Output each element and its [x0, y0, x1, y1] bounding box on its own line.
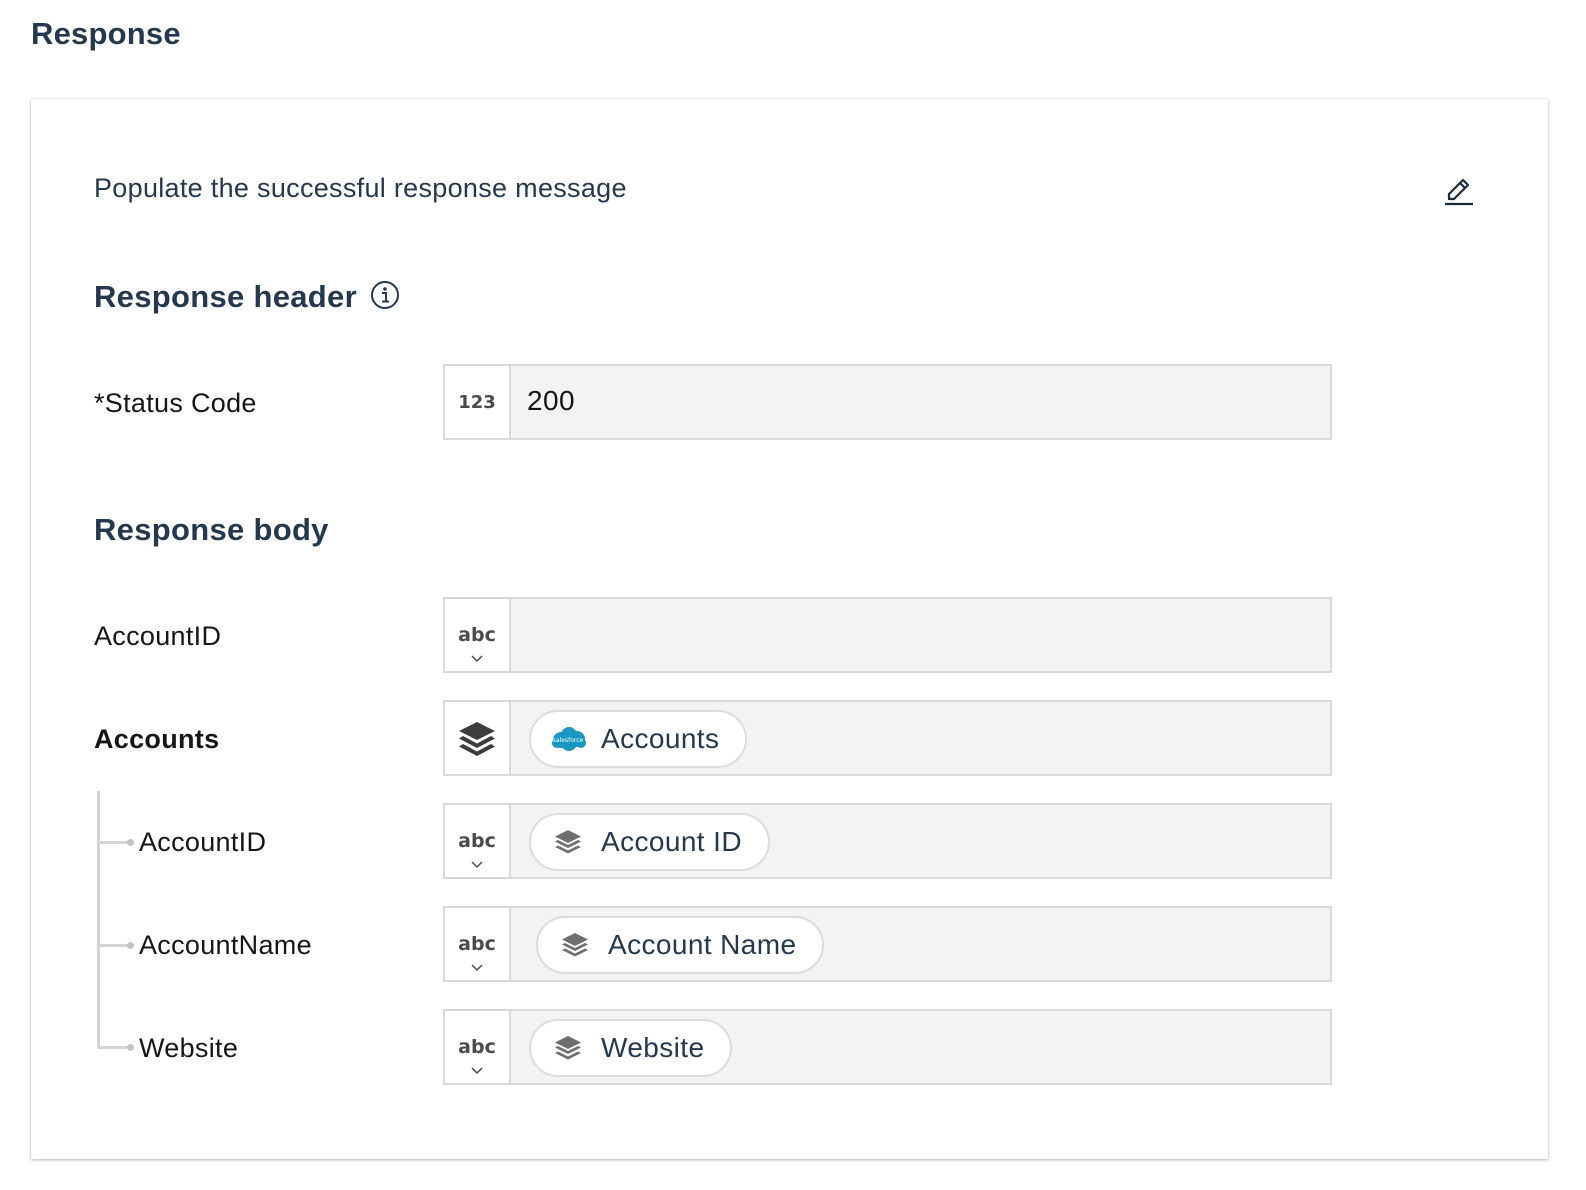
- child-account-id-label: AccountID: [139, 827, 267, 857]
- type-selector[interactable]: 123: [445, 366, 511, 438]
- pill-label: Account ID: [601, 826, 742, 857]
- accounts-pill[interactable]: salesforce Accounts: [529, 710, 748, 768]
- chevron-down-icon: [471, 1067, 483, 1075]
- type-selector[interactable]: abc: [445, 908, 511, 980]
- tree-connector: [97, 791, 100, 1049]
- chevron-down-icon: [471, 655, 483, 663]
- child-account-name-label: AccountName: [139, 930, 312, 960]
- child-account-id-field[interactable]: abc Account ID: [443, 803, 1332, 879]
- status-code-label: *Status Code: [94, 388, 257, 418]
- tree-branch: [99, 841, 129, 844]
- page-title: Response: [31, 16, 181, 51]
- account-name-pill[interactable]: Account Name: [536, 916, 825, 974]
- layers-icon: [459, 722, 495, 756]
- chevron-down-icon: [471, 861, 483, 869]
- type-selector[interactable]: abc: [445, 599, 511, 671]
- account-id-label: AccountID: [94, 621, 222, 651]
- chevron-down-icon: [471, 964, 483, 972]
- pill-label: Accounts: [601, 723, 720, 754]
- info-icon[interactable]: [369, 279, 401, 311]
- layers-icon: [562, 933, 588, 957]
- layers-icon: [555, 830, 581, 854]
- status-code-field[interactable]: 123 200: [443, 364, 1332, 440]
- response-body-heading: Response body: [94, 512, 329, 547]
- salesforce-icon: salesforce: [552, 727, 586, 751]
- tree-node-dot: [127, 1044, 134, 1051]
- status-code-value[interactable]: 200: [527, 385, 575, 417]
- pencil-icon[interactable]: [1441, 173, 1477, 209]
- salesforce-logo-text: salesforce: [553, 737, 584, 744]
- response-header-heading: Response header: [94, 279, 357, 314]
- tree-branch: [99, 944, 129, 947]
- child-website-label: Website: [139, 1033, 239, 1063]
- pill-label: Account Name: [608, 929, 797, 960]
- accounts-label: Accounts: [94, 724, 220, 754]
- tree-node-dot: [127, 839, 134, 846]
- type-selector[interactable]: abc: [445, 805, 511, 877]
- type-selector[interactable]: abc: [445, 1011, 511, 1083]
- string-type-badge: abc: [458, 1036, 496, 1058]
- accounts-field[interactable]: salesforce Accounts: [443, 700, 1332, 776]
- child-account-name-field[interactable]: abc Account Name: [443, 906, 1332, 982]
- account-id-field[interactable]: abc: [443, 597, 1332, 673]
- type-selector[interactable]: [445, 702, 511, 774]
- account-id-pill[interactable]: Account ID: [529, 813, 770, 871]
- website-pill[interactable]: Website: [529, 1019, 733, 1077]
- tree-node-dot: [127, 942, 134, 949]
- layers-icon: [555, 1036, 581, 1060]
- response-description: Populate the successful response message: [94, 173, 627, 203]
- string-type-badge: abc: [458, 624, 496, 646]
- tree-branch: [97, 1046, 129, 1049]
- string-type-badge: abc: [458, 830, 496, 852]
- string-type-badge: abc: [458, 933, 496, 955]
- pill-label: Website: [601, 1032, 705, 1063]
- number-type-badge: 123: [458, 392, 496, 413]
- response-card: Populate the successful response message…: [31, 99, 1548, 1159]
- child-website-field[interactable]: abc Website: [443, 1009, 1332, 1085]
